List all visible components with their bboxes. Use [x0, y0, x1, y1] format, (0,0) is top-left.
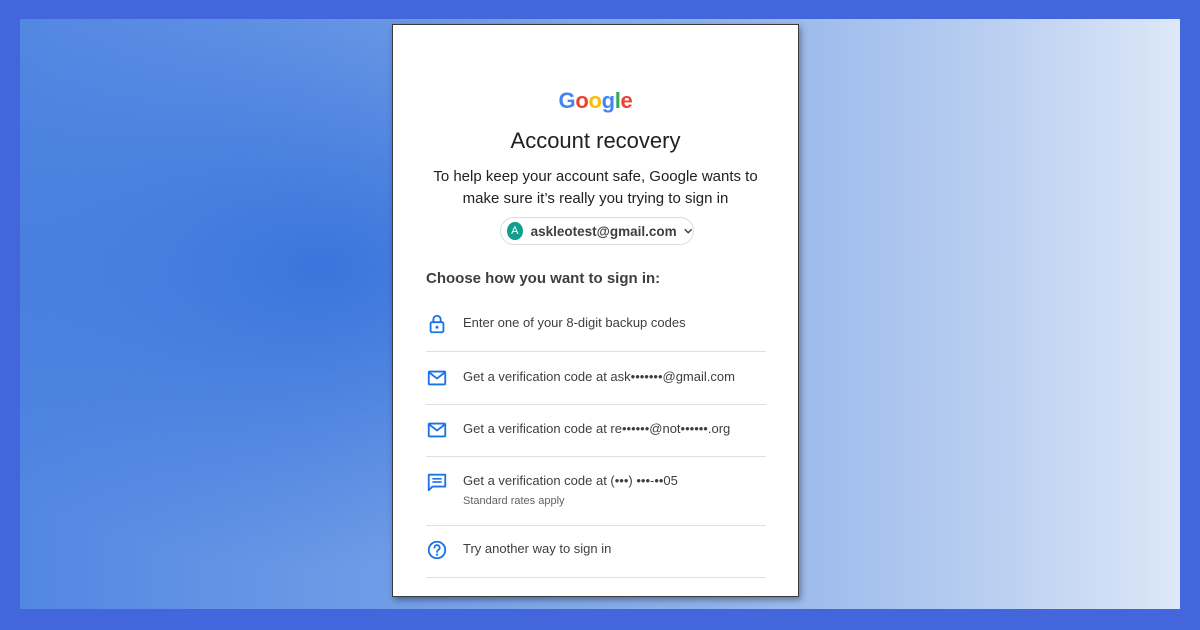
lock-icon — [429, 314, 445, 334]
chevron-down-icon — [683, 228, 692, 234]
option-sublabel: Standard rates apply — [463, 495, 565, 507]
account-chip[interactable]: A askleotest@gmail.com — [500, 217, 694, 245]
option-try-another-way[interactable]: Try another way to sign in — [426, 539, 766, 578]
choose-heading: Choose how you want to sign in: — [426, 270, 661, 287]
option-label: Get a verification code at (•••) •••-••0… — [463, 473, 678, 488]
page-title: Account recovery — [510, 128, 681, 153]
mail-icon — [427, 422, 447, 438]
recovery-card: Google Account recovery To help keep you… — [392, 24, 799, 597]
option-label: Try another way to sign in — [463, 541, 612, 556]
option-phone-sms[interactable]: Get a verification code at (•••) •••-••0… — [426, 471, 766, 526]
option-backup-codes[interactable]: Enter one of your 8-digit backup codes — [426, 313, 766, 352]
google-logo: Google — [558, 88, 633, 113]
option-label: Get a verification code at re••••••@not•… — [463, 421, 731, 436]
sms-icon — [427, 473, 447, 492]
help-icon — [427, 540, 447, 560]
mail-icon — [427, 370, 447, 386]
avatar: A — [507, 222, 523, 240]
account-email: askleotest@gmail.com — [530, 223, 677, 239]
page-subtitle: To help keep your account safe, Google w… — [433, 168, 758, 207]
option-label: Get a verification code at ask•••••••@gm… — [463, 369, 735, 384]
option-email-gmail[interactable]: Get a verification code at ask•••••••@gm… — [426, 367, 766, 405]
option-label: Enter one of your 8-digit backup codes — [463, 315, 686, 330]
option-email-recovery[interactable]: Get a verification code at re••••••@not•… — [426, 419, 766, 457]
